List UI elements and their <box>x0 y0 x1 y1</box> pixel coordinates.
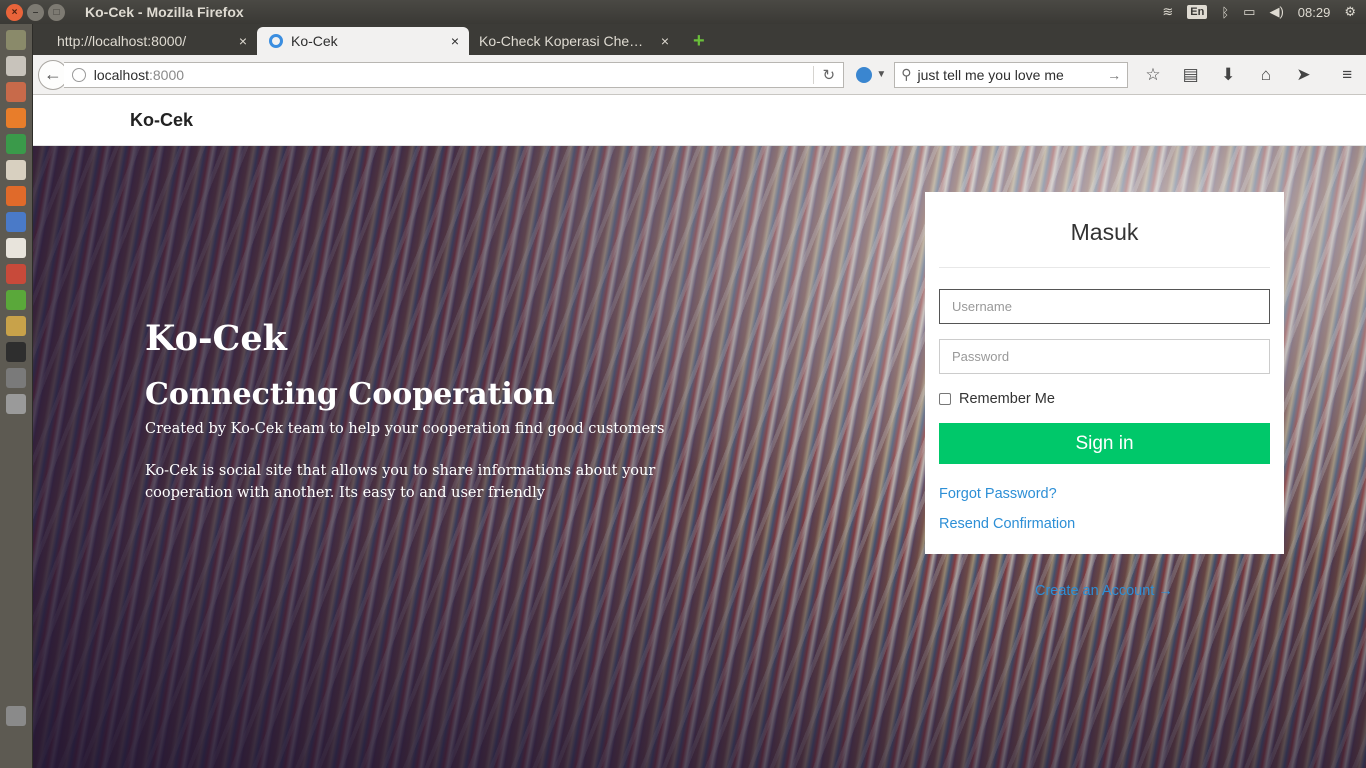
firefox-icon[interactable] <box>6 108 26 128</box>
battery-icon[interactable]: ▭ <box>1243 4 1255 20</box>
window-close-button[interactable]: × <box>6 3 23 21</box>
window-controls: × – □ <box>0 3 65 21</box>
archive-icon[interactable] <box>6 316 26 336</box>
send-icon[interactable]: ➤ <box>1285 65 1323 85</box>
site-navbar: Ko-Cek <box>33 95 1366 146</box>
dash-icon[interactable] <box>6 30 26 50</box>
forgot-password-link[interactable]: Forgot Password? <box>939 486 1270 502</box>
tab-close-icon[interactable]: × <box>661 33 669 49</box>
tab-ko-check[interactable]: Ko-Check Koperasi Che… × <box>469 27 679 55</box>
presentation-icon[interactable] <box>6 160 26 180</box>
bluetooth-icon[interactable]: ᛒ <box>1221 5 1229 20</box>
password-field[interactable]: Password <box>939 339 1270 374</box>
login-card: Masuk Username Password Remember Me Sign… <box>925 192 1284 554</box>
download-icon[interactable]: ⬇ <box>1209 65 1247 85</box>
chevron-down-icon: ▼ <box>876 69 887 80</box>
gear-icon[interactable]: ⚙ <box>1344 4 1356 20</box>
resend-confirmation-link[interactable]: Resend Confirmation <box>939 516 1270 532</box>
terminal-icon[interactable] <box>6 342 26 362</box>
search-engine-icon <box>856 66 873 83</box>
browser-toolbar: ← localhost:8000 ↻ ▼ ⚲ just tell me you … <box>33 55 1366 95</box>
writer-icon[interactable] <box>6 212 26 232</box>
hero-section: Ko-Cek Connecting Cooperation Created by… <box>33 146 1366 768</box>
sign-in-button[interactable]: Sign in <box>939 423 1270 464</box>
window-minimize-button[interactable]: – <box>27 3 44 21</box>
hero-text-block: Ko-Cek Connecting Cooperation Created by… <box>145 318 685 504</box>
home-icon[interactable]: ⌂ <box>1247 65 1285 85</box>
keyboard-layout-indicator[interactable]: En <box>1187 5 1208 19</box>
volume-icon[interactable]: ◀) <box>1269 4 1283 20</box>
remember-me-label: Remember Me <box>959 391 1055 407</box>
site-favicon-icon <box>269 34 283 48</box>
web-page: Ko-Cek Ko-Cek Connecting Cooperation Cre… <box>33 95 1366 768</box>
hero-title: Ko-Cek <box>145 318 287 359</box>
url-bar[interactable]: localhost:8000 ↻ <box>63 61 845 88</box>
search-icon: ⚲ <box>901 66 912 82</box>
globe-icon[interactable] <box>71 67 86 82</box>
tab-close-icon[interactable]: × <box>451 33 459 49</box>
reading-list-icon[interactable]: ▤ <box>1172 65 1210 85</box>
tab-ko-cek-active[interactable]: Ko-Cek × <box>257 27 469 55</box>
settings-tools-icon[interactable] <box>6 264 26 284</box>
browser-tab-bar: http://localhost:8000/ × Ko-Cek × Ko-Che… <box>33 24 1366 55</box>
remember-me-checkbox[interactable] <box>939 393 951 405</box>
hamburger-menu-icon[interactable]: ≡ <box>1328 65 1366 85</box>
hero-paragraph-1: Created by Ko-Cek team to help your coop… <box>145 421 665 437</box>
search-go-arrow-icon[interactable]: → <box>1107 67 1121 83</box>
hero-paragraph-2: Ko-Cek is social site that allows you to… <box>145 463 656 501</box>
clock[interactable]: 08:29 <box>1298 5 1331 20</box>
search-input[interactable]: ⚲ just tell me you love me → <box>894 61 1129 88</box>
trash-icon[interactable] <box>6 706 26 726</box>
document-viewer-icon[interactable] <box>6 56 26 76</box>
drive-icon[interactable] <box>6 394 26 414</box>
window-title: Ko-Cek - Mozilla Firefox <box>85 4 244 20</box>
tab-close-icon[interactable]: × <box>239 33 247 49</box>
network-icon[interactable] <box>6 368 26 388</box>
plant-app-icon[interactable] <box>6 290 26 310</box>
spreadsheet-icon[interactable] <box>6 134 26 154</box>
search-engine-selector[interactable]: ▼ <box>856 66 887 83</box>
site-brand-link[interactable]: Ko-Cek <box>130 110 193 131</box>
os-top-panel: × – □ Ko-Cek - Mozilla Firefox ≋ En ᛒ ▭ … <box>0 0 1366 24</box>
hero-subtitle: Connecting Cooperation <box>145 377 555 412</box>
app-launcher-icon[interactable] <box>6 82 26 102</box>
tab-localhost[interactable]: http://localhost:8000/ × <box>33 27 257 55</box>
amazon-icon[interactable] <box>6 238 26 258</box>
window-maximize-button[interactable]: □ <box>48 3 65 21</box>
software-center-icon[interactable] <box>6 186 26 206</box>
new-tab-plus-icon[interactable]: + <box>693 27 705 55</box>
system-indicators: ≋ En ᛒ ▭ ◀) 08:29 ⚙ <box>1162 4 1366 20</box>
launcher-sidebar <box>0 24 33 768</box>
reload-icon[interactable]: ↻ <box>813 65 843 84</box>
create-account-link[interactable]: Create an Account → <box>1035 583 1173 599</box>
bookmark-star-icon[interactable]: ☆ <box>1134 65 1172 85</box>
login-title: Masuk <box>939 192 1270 268</box>
wifi-icon[interactable]: ≋ <box>1162 4 1173 20</box>
remember-me-row: Remember Me <box>939 391 1270 407</box>
username-field[interactable]: Username <box>939 289 1270 324</box>
